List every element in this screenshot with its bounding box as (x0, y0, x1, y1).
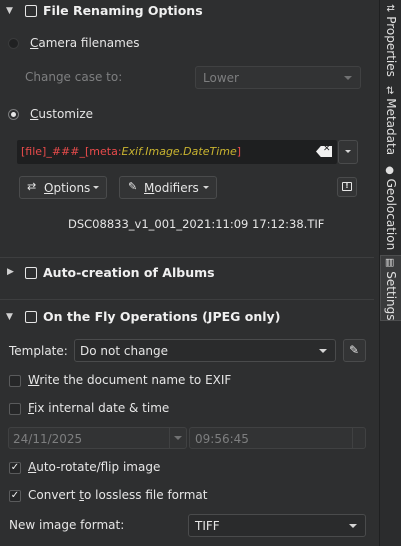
checkbox-indicator: ✓ (9, 490, 21, 502)
metadata-icon: ⇄ (384, 86, 395, 95)
albums-header[interactable]: ▶ Auto-creation of Albums (0, 262, 374, 286)
divider (0, 299, 374, 300)
checkbox-label: Write the document name to EXIF (28, 373, 232, 387)
info-icon: ! (342, 182, 352, 191)
checkbox-indicator (9, 375, 21, 387)
pattern-text: [file]_###_[meta:Exif.Image.DateTime] (21, 145, 242, 158)
section-title: Auto-creation of Albums (43, 265, 215, 280)
button-label: Modifiers (144, 181, 199, 195)
format-select[interactable]: TIFF (188, 514, 366, 537)
tab-label: ⇅ Properties (384, 4, 398, 77)
collapse-arrow-icon: ▼ (6, 6, 13, 16)
sliders-icon: ⇄ (27, 180, 37, 193)
section-title: On the Fly Operations (JPEG only) (43, 309, 281, 324)
on-the-fly-section-icon (25, 311, 37, 323)
button-label: Options (44, 181, 91, 195)
tab-properties[interactable]: ⇅ Properties (380, 4, 401, 82)
time-input[interactable]: 09:56:45 (189, 427, 366, 449)
sliders-icon: ⇅ (384, 4, 395, 13)
camera-filenames-radio[interactable]: Camera filenames (8, 36, 208, 52)
date-input[interactable]: 24/11/2025 (8, 427, 187, 449)
change-case-label: Change case to: (25, 70, 123, 84)
chevron-down-icon (319, 348, 327, 353)
change-case-select[interactable]: Lower (195, 66, 361, 89)
globe-icon: ● (384, 166, 395, 175)
autorotate-checkbox[interactable]: ✓ Auto-rotate/flip image (9, 460, 269, 476)
pattern-history-dropdown[interactable] (338, 140, 358, 164)
chevron-down-icon (203, 185, 209, 189)
tab-geolocation[interactable]: ● Geolocation (380, 166, 401, 252)
import-settings-panel: ▼ File Renaming Options Camera filenames… (0, 0, 374, 546)
customize-radio[interactable]: Customize (8, 107, 208, 123)
radio-indicator (8, 38, 19, 49)
edit-template-button[interactable]: ✎ (343, 339, 366, 362)
template-label: Template: (9, 344, 68, 358)
checkbox-indicator (9, 403, 21, 415)
settings-icon: ▤ (384, 258, 395, 268)
albums-section-icon (25, 267, 37, 279)
tab-label: ● Geolocation (384, 166, 398, 251)
on-the-fly-header[interactable]: ▼ On the Fly Operations (JPEG only) (0, 306, 374, 330)
pencil-icon: ✎ (128, 180, 138, 193)
pencil-icon: ✎ (349, 343, 360, 357)
radio-label: Camera filenames (30, 36, 140, 50)
chevron-down-icon (93, 185, 99, 189)
checkbox-label: Fix internal date & time (28, 401, 170, 415)
write-exif-checkbox[interactable]: Write the document name to EXIF (9, 373, 269, 389)
template-select[interactable]: Do not change (74, 339, 336, 362)
tab-label: ⇄ Metadata (384, 86, 398, 156)
clear-text-icon[interactable]: ✕ (316, 146, 332, 157)
expand-arrow-icon: ▶ (7, 267, 14, 277)
divider (0, 257, 374, 258)
date-dropdown[interactable] (169, 428, 186, 448)
rename-pattern-input[interactable]: [file]_###_[meta:Exif.Image.DateTime] ✕ (17, 140, 337, 164)
modifiers-button[interactable]: ✎ Modifiers (119, 176, 217, 199)
fix-date-checkbox[interactable]: Fix internal date & time (9, 401, 269, 417)
radio-indicator (8, 109, 19, 120)
info-button[interactable]: ! (337, 177, 357, 197)
chevron-down-icon (174, 436, 182, 440)
side-tab-bar: ⇅ Properties ⇄ Metadata ● Geolocation ▤ … (379, 0, 401, 546)
rename-section-icon (25, 5, 37, 17)
chevron-down-icon (344, 75, 352, 80)
chevron-down-icon (349, 523, 357, 528)
tab-label: ▤ Settings (384, 258, 398, 321)
options-button[interactable]: ⇄ Options (19, 176, 107, 199)
tab-metadata[interactable]: ⇄ Metadata (380, 86, 401, 164)
checkbox-label: Auto-rotate/flip image (28, 460, 161, 474)
chevron-down-icon (345, 150, 351, 153)
tab-settings[interactable]: ▤ Settings (380, 255, 401, 321)
lossless-checkbox[interactable]: ✓ Convert to lossless file format (9, 488, 269, 504)
format-label: New image format: (9, 518, 125, 532)
collapse-arrow-icon: ▼ (6, 312, 13, 322)
time-spinner[interactable] (352, 428, 365, 448)
radio-label: Customize (30, 107, 93, 121)
checkbox-label: Convert to lossless file format (28, 488, 208, 502)
file-renaming-header[interactable]: ▼ File Renaming Options (0, 0, 374, 24)
section-title: File Renaming Options (43, 3, 203, 18)
rename-preview: DSC08833_v1_001_2021:11:09 17:12:38.TIF (68, 217, 325, 231)
checkbox-indicator: ✓ (9, 462, 21, 474)
